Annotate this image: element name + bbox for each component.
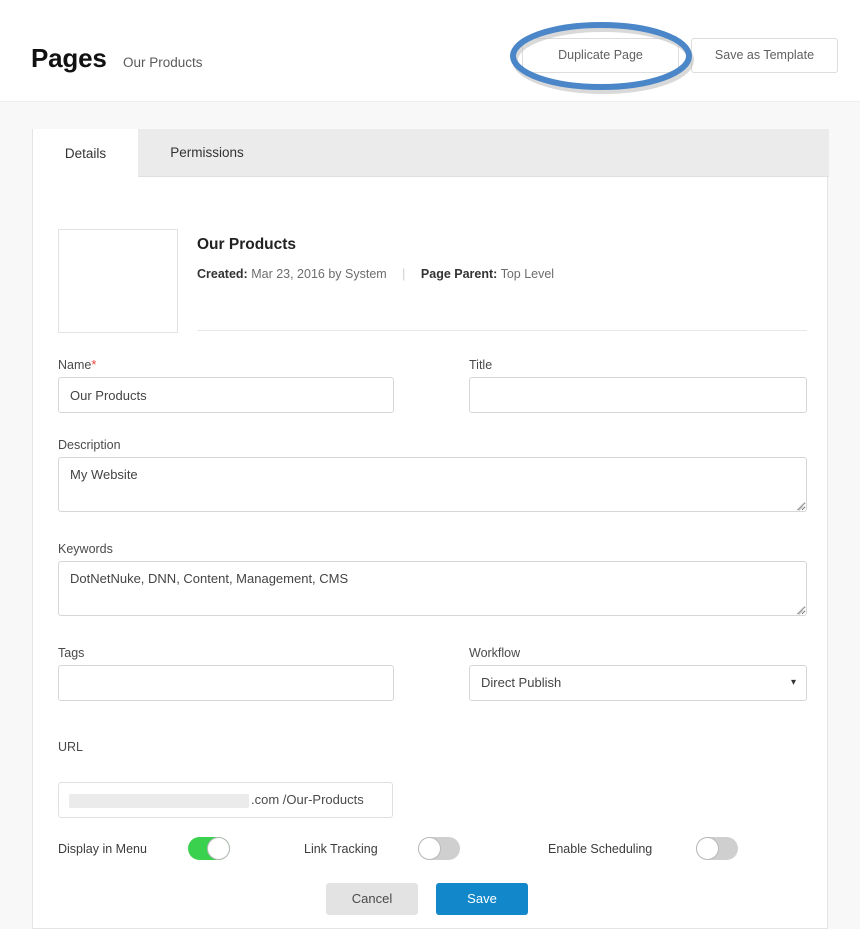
name-label-text: Name [58,358,92,372]
keywords-textarea[interactable] [58,561,807,616]
tab-permissions[interactable]: Permissions [138,129,276,177]
duplicate-page-button[interactable]: Duplicate Page [522,38,679,73]
title-field-label: Title [469,358,493,372]
created-value: Mar 23, 2016 by System [251,267,387,281]
save-as-template-button[interactable]: Save as Template [691,38,838,73]
workflow-selected-value: Direct Publish [481,675,562,690]
metadata-separator: | [402,267,406,281]
url-field-label: URL [58,740,84,754]
tags-input[interactable] [58,665,394,701]
summary-divider [197,330,807,331]
switch-knob [207,837,230,860]
chevron-down-icon: ▾ [790,677,796,688]
switch-knob [696,837,719,860]
display-in-menu-toggle-group: Display in Menu [58,837,230,861]
page-header: Pages Our Products Duplicate Page Save a… [0,0,860,102]
url-input[interactable]: .com /Our-Products [58,782,393,818]
display-in-menu-label: Display in Menu [58,842,147,856]
name-input[interactable] [58,377,394,413]
workflow-select[interactable]: Direct Publish ▾ [469,665,807,701]
page-title: Pages [31,43,107,73]
tab-strip: Details Permissions [33,129,829,177]
page-metadata-row: Created: Mar 23, 2016 by System | Page P… [197,265,554,283]
enable-scheduling-label: Enable Scheduling [548,842,653,856]
page-parent-value: Top Level [500,267,555,281]
enable-scheduling-toggle-group: Enable Scheduling [548,837,738,861]
description-textarea[interactable] [58,457,807,512]
required-marker: * [91,357,97,372]
keywords-field-label: Keywords [58,542,113,556]
display-in-menu-switch[interactable] [188,837,230,860]
enable-scheduling-switch[interactable] [696,837,738,860]
link-tracking-label: Link Tracking [304,842,378,856]
page-thumbnail-placeholder [58,229,178,333]
tags-field-label: Tags [58,646,85,660]
page-parent-label: Page Parent: [420,267,498,281]
link-tracking-switch[interactable] [418,837,460,860]
page-name-heading: Our Products [197,236,297,253]
url-suffix-text: .com /Our-Products [251,792,364,807]
description-field-label: Description [58,438,121,452]
title-input[interactable] [469,377,807,413]
switch-knob [418,837,441,860]
save-button[interactable]: Save [436,883,528,915]
link-tracking-toggle-group: Link Tracking [304,837,460,861]
tab-details[interactable]: Details [33,129,138,177]
page-editor-card: Details Permissions Our Products Created… [32,129,829,929]
cancel-button[interactable]: Cancel [326,883,418,915]
workflow-field-label: Workflow [469,646,521,660]
breadcrumb-current-page: Our Products [123,55,203,70]
name-field-label: Name* [58,357,96,373]
created-label: Created: [197,267,248,281]
url-redacted-domain [69,794,249,808]
